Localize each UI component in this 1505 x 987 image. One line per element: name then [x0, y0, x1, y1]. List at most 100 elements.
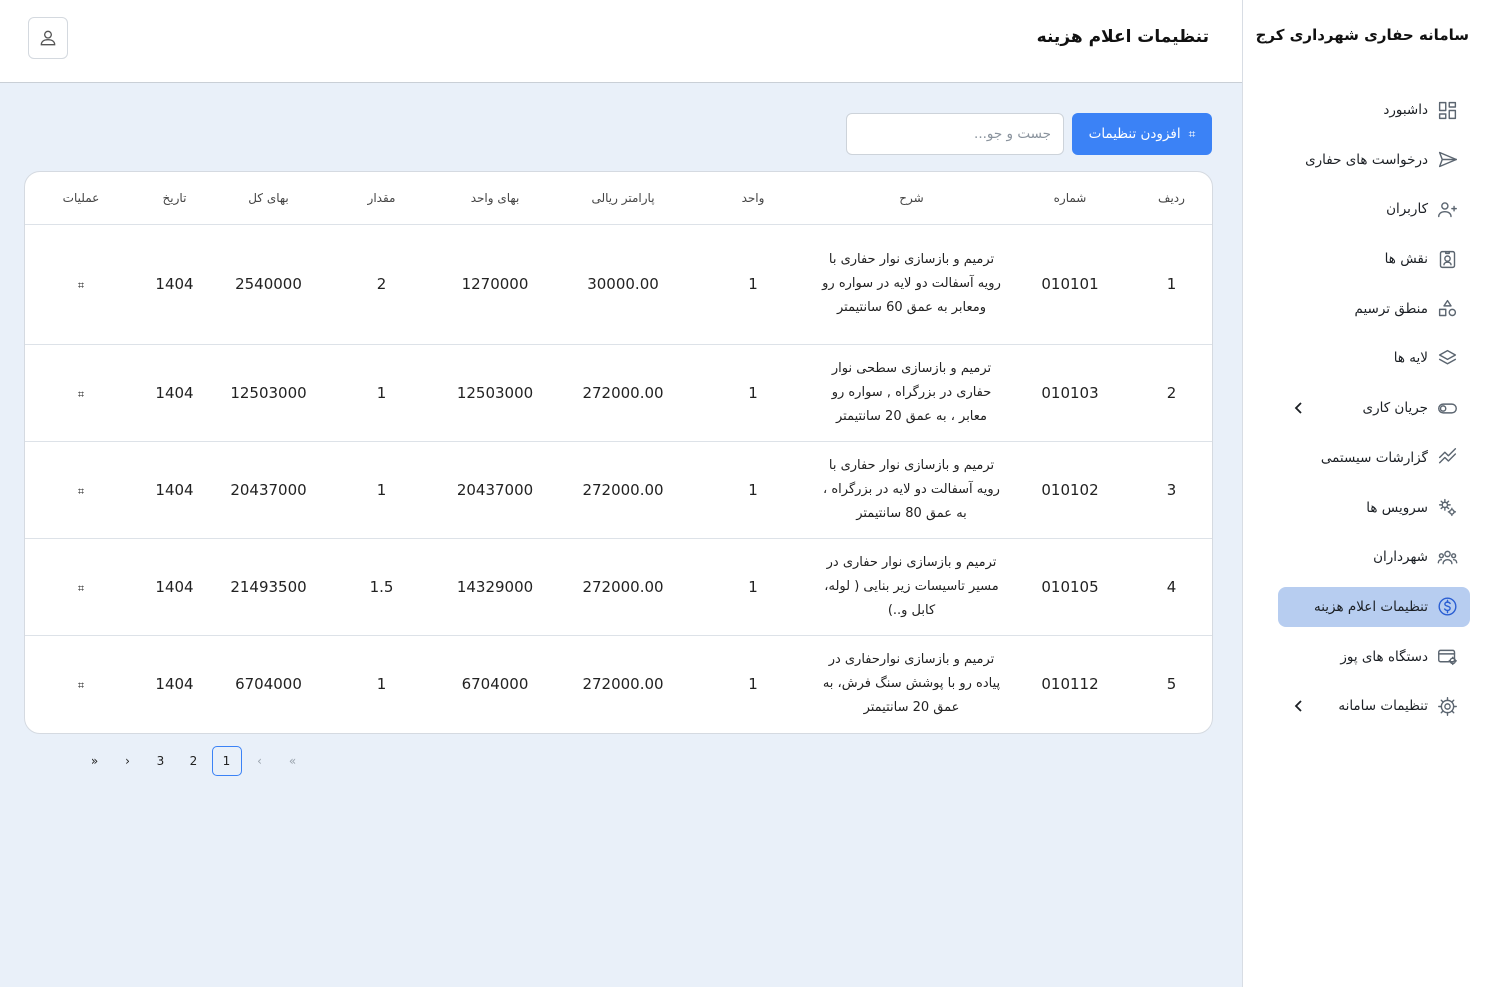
table-cell: 30000.00 — [552, 224, 694, 345]
operations-cell: ⌗ — [25, 344, 137, 442]
table-cell: 1404 — [137, 344, 212, 442]
column-header: شرح — [812, 172, 1011, 225]
search-input[interactable] — [846, 113, 1064, 155]
sidebar-item-label: کاربران — [1386, 201, 1428, 218]
table-cell: 12503000 — [438, 344, 552, 442]
chevron-left-icon[interactable] — [1292, 400, 1306, 416]
edit-icon[interactable]: ⌗ — [78, 679, 84, 693]
layers-icon — [1436, 347, 1458, 369]
edit-icon[interactable]: ⌗ — [78, 388, 84, 402]
id-badge-icon — [1436, 248, 1458, 270]
table-cell: 2 — [1129, 344, 1212, 442]
sidebar-item-5[interactable]: لایه ها — [1278, 338, 1470, 378]
column-header: عملیات — [25, 172, 137, 225]
column-header: واحد — [694, 172, 812, 225]
table-cell: 21493500 — [212, 538, 325, 636]
user-icon — [40, 30, 56, 46]
table-cell: 1 — [325, 344, 438, 442]
table-row: 4 010105 ترمیم و بازسازی نوار حفاری در مسی… — [25, 538, 1212, 636]
sidebar-item-10[interactable]: تنظیمات اعلام هزینه — [1278, 586, 1470, 627]
table-cell: 010102 — [1011, 441, 1129, 539]
table-cell: 6704000 — [461, 674, 529, 693]
description-cell: ترمیم و بازسازی نوار حفاری با رویه آسفال… — [812, 441, 1011, 539]
sidebar-item-label: منطق ترسیم — [1354, 300, 1428, 317]
table-cell: 010103 — [1011, 344, 1129, 442]
table-cell: 1.5 — [325, 538, 438, 636]
page-1-button[interactable]: 1 — [211, 746, 242, 776]
table-cell: 1 — [1129, 224, 1212, 345]
column-header: پارامتر ریالی — [552, 172, 694, 225]
table-row: 3 010102 ترمیم و بازسازی نوار حفاری با روی… — [25, 441, 1212, 539]
chart-line-icon — [1436, 447, 1458, 469]
table-cell: 1 — [694, 441, 812, 539]
table-cell: 2 — [325, 224, 438, 345]
sidebar-item-0[interactable]: داشبورد — [1278, 90, 1470, 130]
description-text: ترمیم و بازسازی سطحی نوار حفاری در بزرگر… — [831, 360, 992, 424]
sidebar-item-11[interactable]: دستگاه های پوز — [1278, 637, 1470, 677]
table-cell: 1 — [694, 344, 812, 442]
description-cell: ترمیم و بازسازی نوار حفاری در مسیر تاسیس… — [812, 538, 1011, 636]
page-title: تنظیمات اعلام هزینه — [1036, 27, 1209, 47]
table-cell: 1404 — [155, 674, 194, 693]
sidebar-item-label: داشبورد — [1383, 102, 1428, 118]
table-cell: 1404 — [137, 538, 212, 636]
edit-icon[interactable]: ⌗ — [78, 485, 84, 499]
table-row: 1 010101 ترمیم و بازسازی نوار حفاری با روی… — [25, 224, 1212, 345]
table-cell: 20437000 — [438, 441, 552, 539]
sidebar-item-9[interactable]: شهرداران — [1278, 537, 1470, 577]
table-cell: 14329000 — [438, 538, 552, 636]
table-cell: 1 — [325, 441, 438, 539]
sidebar-item-3[interactable]: نقش ها — [1278, 239, 1470, 279]
table-cell: 010105 — [1011, 538, 1129, 636]
add-settings-button[interactable]: ⌗ افزودن تنظیمات — [1072, 113, 1212, 155]
sidebar-item-2[interactable]: کاربران — [1278, 189, 1470, 229]
dashboard-icon — [1436, 99, 1458, 121]
toggle-icon — [1436, 397, 1458, 419]
edit-icon[interactable]: ⌗ — [78, 582, 84, 596]
description-text: ترمیم و بازسازی نوار حفاری در مسیر تاسیس… — [824, 554, 999, 618]
send-icon — [1436, 149, 1458, 171]
table-cell: 272000.00 — [582, 674, 664, 693]
cost-settings-table: ردیف شماره شرح واحد پارامتر ریالی بهای واحد مق… — [24, 171, 1213, 734]
first-page-button[interactable]: « — [276, 746, 309, 776]
table-cell: 272000.00 — [552, 538, 694, 636]
table-cell: 1270000 — [438, 224, 552, 345]
table-cell: 272000.00 — [552, 344, 694, 442]
operations-cell: ⌗ — [25, 635, 137, 732]
sidebar-item-label: سرویس ها — [1366, 499, 1428, 516]
table-row: 5 010112 ترمیم و بازسازی نوارحفاری در پیاد… — [25, 635, 1212, 732]
operations-cell: ⌗ — [25, 441, 137, 539]
description-cell: ترمیم و بازسازی سطحی نوار حفاری در بزرگر… — [812, 344, 1011, 442]
sidebar-item-4[interactable]: منطق ترسیم — [1278, 289, 1470, 329]
table-cell: 12503000 — [212, 344, 325, 442]
table-header-row: ردیف شماره شرح واحد پارامتر ریالی بهای واحد مق… — [25, 172, 1212, 225]
sidebar-item-12[interactable]: تنظیمات سامانه — [1278, 686, 1470, 726]
chevron-left-icon[interactable] — [1292, 698, 1306, 714]
prev-page-button[interactable]: ‹ — [243, 746, 276, 776]
shapes-icon — [1436, 298, 1458, 320]
page-3-button[interactable]: 3 — [144, 746, 177, 776]
description-text: ترمیم و بازسازی نوارحفاری در پیاده رو با… — [822, 651, 1001, 715]
next-page-button[interactable]: › — [111, 746, 144, 776]
sidebar-item-label: شهرداران — [1373, 549, 1428, 566]
column-header: مقدار — [325, 172, 438, 225]
sidebar-item-8[interactable]: سرویس ها — [1278, 488, 1470, 528]
page-2-button[interactable]: 2 — [177, 746, 210, 776]
sidebar-item-7[interactable]: گزارشات سیستمی — [1278, 438, 1470, 478]
edit-icon[interactable]: ⌗ — [78, 279, 84, 293]
operations-cell: ⌗ — [25, 538, 137, 636]
last-page-button[interactable]: » — [78, 746, 111, 776]
table-cell: 1 — [694, 538, 812, 636]
users-icon — [1436, 198, 1458, 220]
sidebar-item-6[interactable]: جریان کاری — [1278, 388, 1470, 428]
table-cell: 6704000 — [235, 674, 302, 693]
description-text: ترمیم و بازسازی نوار حفاری با رویه آسفال… — [822, 252, 1001, 315]
description-text: ترمیم و بازسازی نوار حفاری با رویه آسفال… — [823, 457, 1000, 521]
sidebar-item-1[interactable]: درخواست های حفاری — [1278, 140, 1470, 180]
sidebar-item-label: نقش ها — [1384, 251, 1428, 268]
dollar-circle-icon — [1436, 596, 1458, 618]
table-cell: 1 — [748, 674, 758, 693]
gear-icon — [1436, 695, 1458, 717]
user-menu-button[interactable] — [28, 17, 68, 59]
sidebar-item-label: لایه ها — [1393, 350, 1428, 367]
